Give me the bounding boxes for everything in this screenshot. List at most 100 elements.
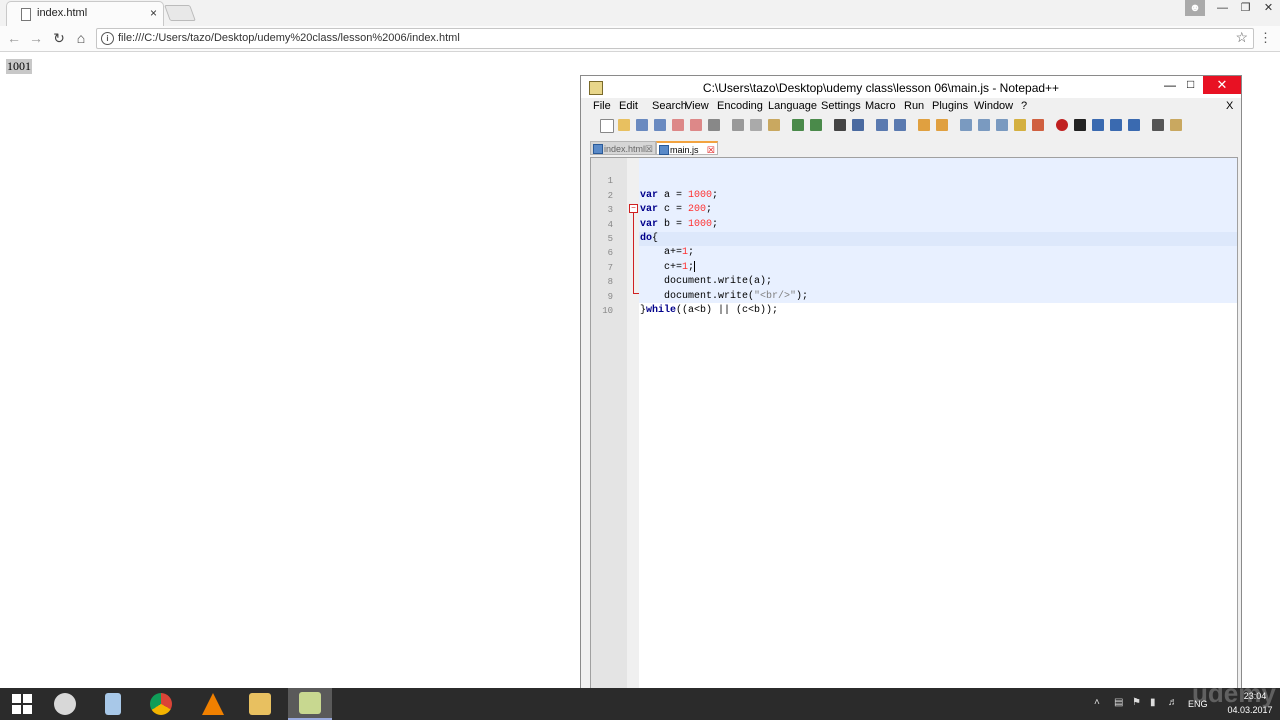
menu-view[interactable]: View (685, 100, 709, 112)
record-macro-icon[interactable] (1056, 119, 1068, 131)
close-document-button[interactable]: X (1226, 100, 1233, 112)
menu-file[interactable]: File (593, 100, 611, 112)
save-icon[interactable] (636, 119, 648, 131)
taskbar-app-chrome[interactable] (139, 688, 183, 720)
redo-icon[interactable] (810, 119, 822, 131)
maximize-icon[interactable]: □ (1187, 77, 1194, 91)
notepadpp-window: C:\Users\tazo\Desktop\udemy class\lesson… (580, 75, 1242, 720)
npp-menu-bar: File Edit Search View Encoding Language … (588, 100, 1238, 116)
line-number: 10 (602, 305, 613, 316)
stop-macro-icon[interactable] (1074, 119, 1086, 131)
udemy-watermark: udemy (1192, 678, 1276, 708)
play-macro-icon[interactable] (1092, 119, 1104, 131)
browser-toolbar: ← → ↻ ⌂ i file:///C:/Users/tazo/Desktop/… (0, 26, 1280, 52)
cut-icon[interactable] (732, 119, 744, 131)
function-list-icon[interactable] (1032, 119, 1044, 131)
close-icon[interactable]: × (150, 6, 157, 20)
code-line: 2 var c = 200; (591, 174, 1237, 215)
close-tab-icon[interactable]: ☒ (707, 143, 715, 157)
flag-icon[interactable]: ⚑ (1132, 697, 1144, 709)
folder-icon (249, 693, 271, 715)
find-icon[interactable] (834, 119, 846, 131)
code-line: 6 c+=1; (591, 232, 1237, 273)
close-all-icon[interactable] (690, 119, 702, 131)
save-macro-icon[interactable] (1128, 119, 1140, 131)
chevron-up-icon[interactable]: ˄ (1094, 697, 1106, 709)
close-tab-icon[interactable]: ☒ (645, 142, 653, 156)
taskbar: ˄ ▤ ⚑ ▮ ♬ ENG 23:04 04.03.2017 (0, 688, 1280, 720)
vlc-icon (202, 693, 224, 715)
print-icon[interactable] (708, 119, 720, 131)
back-icon[interactable]: ← (5, 30, 23, 46)
npp-toolbar (591, 116, 1231, 136)
user-icon[interactable]: ☻ (1185, 0, 1205, 16)
code-line: 5 a+=1; (591, 218, 1237, 258)
new-file-icon[interactable] (600, 119, 614, 133)
taskbar-app-explorer[interactable] (238, 688, 282, 720)
menu-help[interactable]: ? (1021, 100, 1027, 112)
code-line: 10 (591, 290, 1237, 316)
menu-search[interactable]: Search (652, 100, 687, 112)
taskbar-app-paint[interactable] (43, 688, 87, 720)
close-window-icon[interactable]: ✕ (1257, 0, 1280, 16)
bookmark-star-icon[interactable]: ☆ (1235, 29, 1248, 46)
restore-icon[interactable]: ❐ (1234, 0, 1257, 16)
menu-encoding[interactable]: Encoding (717, 100, 763, 112)
copy-icon[interactable] (750, 119, 762, 131)
npp-tab-label: main.js (670, 145, 699, 155)
menu-dots-icon[interactable]: ⋮ (1259, 30, 1272, 46)
npp-tab-index-html[interactable]: index.html ☒ (590, 141, 656, 155)
address-bar[interactable]: i file:///C:/Users/tazo/Desktop/udemy%20… (96, 28, 1254, 49)
sync-horizontal-icon[interactable] (936, 119, 948, 131)
start-button[interactable] (0, 688, 44, 720)
reload-icon[interactable]: ↻ (50, 30, 68, 47)
network-icon[interactable]: ▤ (1114, 697, 1126, 709)
taskbar-app-vlc[interactable] (191, 688, 235, 720)
menu-language[interactable]: Language (768, 100, 817, 112)
minimize-icon[interactable]: — (1164, 78, 1176, 92)
close-file-icon[interactable] (672, 119, 684, 131)
taskbar-app-calculator[interactable] (91, 688, 135, 720)
zoom-out-icon[interactable] (894, 119, 906, 131)
run-macro-multiple-icon[interactable] (1110, 119, 1122, 131)
word-wrap-icon[interactable] (960, 119, 972, 131)
code-text: }while((a<b) || (c<b)); (640, 304, 779, 316)
code-line: 8 document.write("<br/>"); (591, 261, 1237, 301)
paste-icon[interactable] (768, 119, 780, 131)
folder-icon[interactable] (1170, 119, 1182, 131)
code-line: 7 document.write(a); (591, 246, 1237, 287)
indent-guide-icon[interactable] (996, 119, 1008, 131)
menu-macro[interactable]: Macro (865, 100, 896, 112)
sync-vertical-icon[interactable] (918, 119, 930, 131)
browser-tab-title: index.html (37, 7, 88, 19)
browser-tab[interactable]: index.html × (6, 1, 164, 27)
zoom-in-icon[interactable] (876, 119, 888, 131)
menu-edit[interactable]: Edit (619, 100, 638, 112)
menu-window[interactable]: Window (974, 100, 1013, 112)
windows-logo-icon (12, 694, 32, 714)
doc-map-icon[interactable] (1014, 119, 1026, 131)
home-icon[interactable]: ⌂ (72, 30, 90, 46)
menu-plugins[interactable]: Plugins (932, 100, 968, 112)
forward-icon[interactable]: → (27, 30, 45, 46)
open-file-icon[interactable] (618, 119, 630, 131)
new-tab-button[interactable] (164, 5, 196, 21)
code-editor[interactable]: − 1 var a = 1000; 2 var c = 200; 3 var b… (590, 157, 1238, 702)
menu-settings[interactable]: Settings (821, 100, 861, 112)
minimize-icon[interactable]: — (1211, 0, 1234, 16)
taskbar-app-notepadpp[interactable] (288, 688, 332, 720)
undo-icon[interactable] (792, 119, 804, 131)
file-icon (593, 144, 603, 154)
page-output-text: 1001 (6, 59, 32, 74)
file-icon (659, 145, 669, 155)
menu-run[interactable]: Run (904, 100, 924, 112)
info-icon[interactable]: i (101, 32, 114, 45)
save-all-icon[interactable] (654, 119, 666, 131)
npp-tab-main-js[interactable]: main.js ☒ (656, 141, 718, 155)
close-window-icon[interactable]: ✕ (1203, 76, 1241, 94)
volume-icon[interactable]: ♬ (1168, 697, 1180, 709)
show-all-chars-icon[interactable] (978, 119, 990, 131)
replace-icon[interactable] (852, 119, 864, 131)
battery-icon[interactable]: ▮ (1150, 697, 1162, 709)
spell-check-icon[interactable] (1152, 119, 1164, 131)
